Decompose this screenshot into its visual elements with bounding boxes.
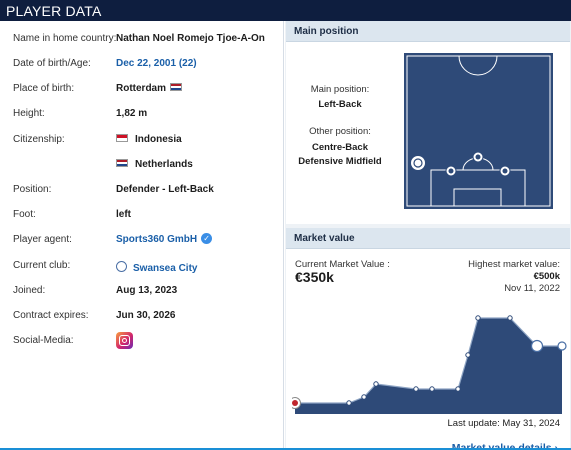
other-position-value: Defensive Midfield <box>298 156 382 167</box>
netherlands-flag-icon <box>116 159 128 168</box>
club-crest-icon <box>116 261 127 272</box>
info-value-position: Defender - Left-Back <box>116 184 214 195</box>
info-label: Date of birth/Age: <box>13 58 91 69</box>
info-value-foot: left <box>116 209 131 220</box>
info-label: Position: <box>13 184 52 195</box>
info-value-joined: Aug 13, 2023 <box>116 285 178 296</box>
club-logo-marker[interactable] <box>557 341 567 351</box>
club-text: Swansea City <box>133 263 198 274</box>
market-value-chart[interactable] <box>292 306 568 414</box>
info-label: Joined: <box>13 285 46 296</box>
agent-link[interactable]: Sports360 GmbH ✓ <box>116 233 213 245</box>
info-row-social: Social-Media: <box>13 332 281 353</box>
info-row-joined: Joined: Aug 13, 2023 <box>13 285 281 303</box>
netherlands-flag-icon <box>170 83 183 92</box>
info-label: Height: <box>13 108 45 119</box>
right-column: Main position Main position: Left-Back O… <box>285 21 571 450</box>
info-label: Social-Media: <box>13 335 74 346</box>
info-row-height: Height: 1,82 m <box>13 108 281 126</box>
birthplace-text: Rotterdam <box>116 83 167 94</box>
section-header: PLAYER DATA <box>0 0 571 21</box>
info-value-name: Nathan Noel Romejo Tjoe-A-On <box>116 33 265 44</box>
info-row-citizenship: Citizenship: Indonesia <box>13 134 281 152</box>
info-row-birthdate: Date of birth/Age: Dec 22, 2001 (22) <box>13 58 281 76</box>
position-pitch-diagram <box>404 53 553 209</box>
value-point[interactable] <box>361 394 367 400</box>
value-point[interactable] <box>373 381 379 387</box>
info-row-contract: Contract expires: Jun 30, 2026 <box>13 310 281 328</box>
info-row-birthplace: Place of birth: Rotterdam <box>13 83 281 101</box>
value-point[interactable] <box>507 315 513 321</box>
birthdate-link[interactable]: Dec 22, 2001 (22) <box>116 58 197 69</box>
value-point[interactable] <box>455 386 461 392</box>
position-marker-lb-main-ring <box>413 158 423 168</box>
indonesia-flag-icon <box>116 134 128 143</box>
info-row-club: Current club: Swansea City <box>13 260 281 278</box>
market-value-panel: Market value Current Market Value : €350… <box>286 228 570 450</box>
value-point[interactable] <box>475 315 481 321</box>
info-value-citizenship-2: Netherlands <box>116 159 193 170</box>
info-label: Current club: <box>13 260 71 271</box>
value-point[interactable] <box>413 386 419 392</box>
value-point[interactable] <box>346 400 352 406</box>
pitch-field <box>404 53 553 209</box>
main-position-heading: Main position <box>286 21 570 42</box>
other-position-value: Centre-Back <box>312 142 368 153</box>
info-label: Contract expires: <box>13 310 89 321</box>
info-label: Citizenship: <box>13 134 65 145</box>
info-row-agent: Player agent: Sports360 GmbH ✓ <box>13 233 281 252</box>
highest-value: €500k <box>533 271 560 282</box>
highest-value-date: Nov 11, 2022 <box>504 283 560 294</box>
info-label: Place of birth: <box>13 83 75 94</box>
info-label: Player agent: <box>13 234 72 245</box>
other-position-label: Other position: <box>309 126 371 137</box>
position-marker-cb-right-dot <box>502 168 508 174</box>
info-value-birthplace: Rotterdam <box>116 83 183 94</box>
market-value-area <box>295 318 562 414</box>
info-row-name: Name in home country: Nathan Noel Romejo… <box>13 33 281 51</box>
info-label: Name in home country: <box>13 33 117 44</box>
main-position-value: Left-Back <box>318 99 362 110</box>
info-value-height: 1,82 m <box>116 108 148 119</box>
player-info-panel: Name in home country: Nathan Noel Romejo… <box>0 21 284 450</box>
citizenship-text: Netherlands <box>135 159 193 170</box>
value-point[interactable] <box>429 386 435 392</box>
club-logo-marker-inner <box>292 400 298 406</box>
info-row-citizenship-2: Netherlands <box>13 159 281 177</box>
position-marker-dm-dot <box>475 154 481 160</box>
current-value: €350k <box>295 269 334 285</box>
agent-text: Sports360 GmbH <box>116 234 198 245</box>
info-label: Foot: <box>13 209 36 220</box>
club-link[interactable]: Swansea City <box>116 260 197 274</box>
info-value-citizenship-1: Indonesia <box>116 134 182 145</box>
section-title: PLAYER DATA <box>6 3 102 19</box>
info-row-foot: Foot: left <box>13 209 281 227</box>
info-row-position: Position: Defender - Left-Back <box>13 184 281 202</box>
info-value-contract: Jun 30, 2026 <box>116 310 176 321</box>
citizenship-text: Indonesia <box>135 134 182 145</box>
last-update: Last update: May 31, 2024 <box>447 418 561 429</box>
instagram-icon[interactable] <box>116 332 133 349</box>
verified-icon: ✓ <box>201 233 213 244</box>
position-marker-cb-left-dot <box>448 168 454 174</box>
main-position-label: Main position: <box>310 84 370 95</box>
club-logo-marker[interactable] <box>530 339 544 353</box>
market-value-heading: Market value <box>286 228 570 249</box>
highest-value-label: Highest market value: <box>468 259 560 270</box>
main-position-panel: Main position Main position: Left-Back O… <box>286 21 570 224</box>
value-point[interactable] <box>465 352 471 358</box>
